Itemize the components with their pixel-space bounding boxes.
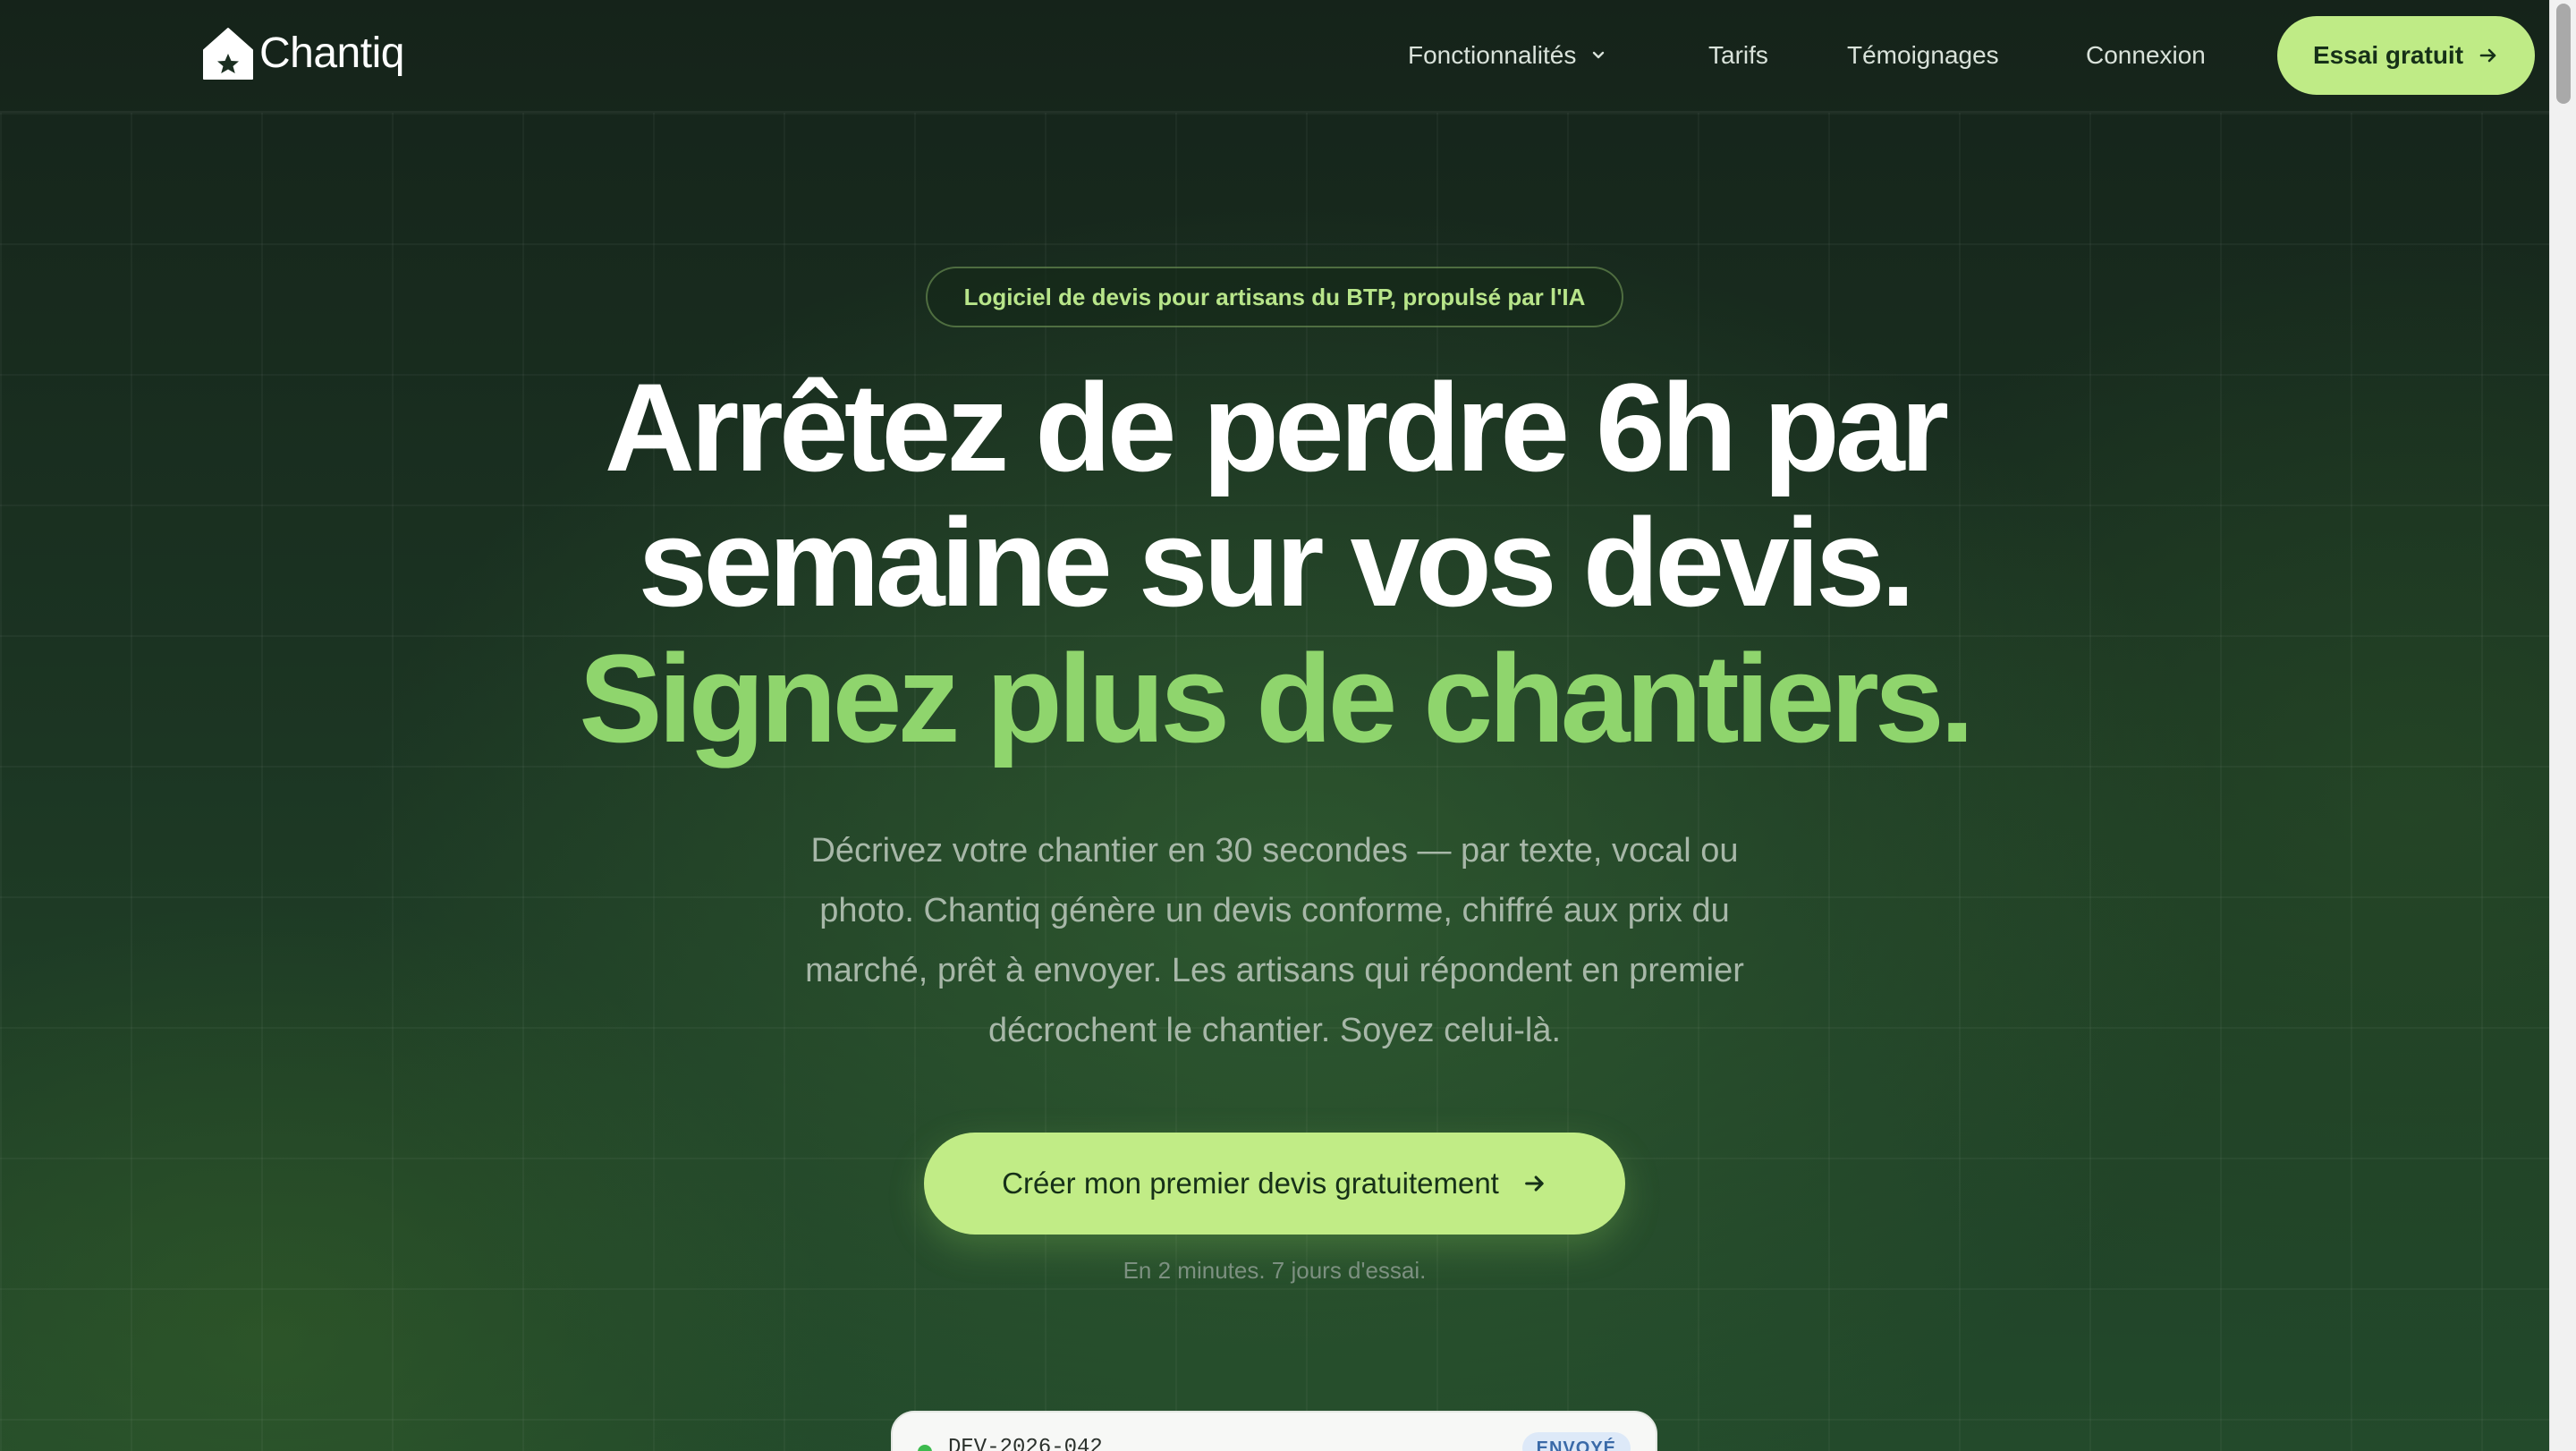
create-first-quote-label: Créer mon premier devis gratuitement (1002, 1167, 1499, 1200)
free-trial-label: Essai gratuit (2312, 41, 2464, 69)
free-trial-button[interactable]: Essai gratuit (2277, 16, 2535, 95)
navbar: Chantiq Fonctionnalités Tarifs Témoignag… (0, 0, 2549, 113)
nav-item-label: Fonctionnalités (1408, 41, 1577, 69)
status-badge: ENVOYÉ (1521, 1432, 1631, 1451)
hero-description: Décrivez votre chantier en 30 secondes —… (805, 832, 1744, 1049)
brand-logo[interactable]: Chantiq (202, 27, 404, 81)
headline-line-2: semaine sur vos devis. (638, 492, 1915, 632)
page: Chantiq Fonctionnalités Tarifs Témoignag… (0, 0, 2549, 1451)
headline-line-1: Arrêtez de perdre 6h par (604, 357, 1949, 497)
arrow-right-icon (2479, 48, 2496, 63)
scrollbar[interactable] (2549, 0, 2576, 1451)
chevron-down-icon (1593, 51, 1605, 58)
headline-line-3: Signez plus de chantiers. (579, 628, 1974, 768)
quote-preview-card: DEV-2026-042 ENVOYÉ (891, 1411, 1657, 1451)
hero-badge: Logiciel de devis pour artisans du BTP, … (926, 267, 1623, 327)
nav-item-temoignages[interactable]: Témoignages (1847, 36, 1999, 75)
cta-note: En 2 minutes. 7 jours d'essai. (1123, 1257, 1427, 1284)
brand-name: Chantiq (259, 30, 404, 77)
nav-item-tarifs[interactable]: Tarifs (1708, 36, 1768, 75)
nav-item-connexion[interactable]: Connexion (2086, 36, 2206, 75)
arrow-right-icon (1525, 1175, 1544, 1192)
nav-item-fonctionnalites[interactable]: Fonctionnalités (1408, 36, 1608, 75)
quote-id: DEV-2026-042 (948, 1436, 1103, 1451)
house-logo-icon (203, 28, 253, 80)
scrollbar-thumb[interactable] (2556, 4, 2571, 104)
create-first-quote-button[interactable]: Créer mon premier devis gratuitement (924, 1133, 1625, 1235)
status-dot (918, 1445, 932, 1451)
